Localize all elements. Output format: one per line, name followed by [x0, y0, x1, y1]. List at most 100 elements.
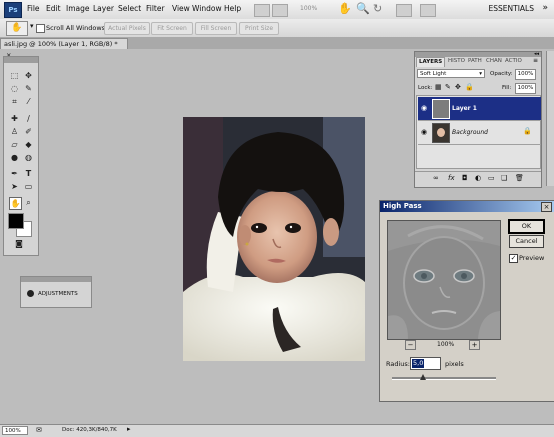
- link-layers-icon[interactable]: ∞: [433, 174, 439, 182]
- ok-button[interactable]: OK: [508, 219, 545, 234]
- rotate-view-icon[interactable]: ↻: [373, 2, 382, 15]
- screen-mode-icon[interactable]: [420, 4, 436, 17]
- visibility-eye-icon[interactable]: ◉: [421, 104, 427, 112]
- adjustments-icon[interactable]: [27, 290, 34, 297]
- history-brush-tool-icon[interactable]: ✐: [23, 126, 34, 137]
- menu-select[interactable]: Select: [118, 4, 141, 13]
- path-selection-tool-icon[interactable]: ➤: [9, 181, 20, 192]
- marquee-tool-icon[interactable]: ⬚: [9, 70, 20, 81]
- hand-tool-preset-icon[interactable]: ✋: [6, 21, 28, 36]
- lock-image-icon[interactable]: ✎: [445, 83, 451, 91]
- foreground-color-swatch-top[interactable]: [8, 213, 24, 229]
- layer-row-layer-1[interactable]: ◉ Layer 1: [418, 97, 541, 121]
- lock-all-icon[interactable]: 🔒: [465, 83, 474, 91]
- new-group-icon[interactable]: ▭: [488, 174, 495, 182]
- opacity-input[interactable]: 100%: [515, 69, 536, 80]
- workspace-switcher[interactable]: ESSENTIALS: [489, 4, 534, 13]
- adjustments-panel-header[interactable]: [21, 277, 91, 282]
- filter-preview[interactable]: [387, 220, 501, 340]
- tools-panel-header[interactable]: [4, 57, 38, 63]
- cancel-button[interactable]: Cancel: [509, 235, 544, 248]
- fill-screen-button[interactable]: Fill Screen: [195, 22, 237, 35]
- menu-image[interactable]: Image: [66, 4, 90, 13]
- brush-tool-icon[interactable]: ∕: [23, 113, 34, 124]
- document-canvas[interactable]: [183, 117, 365, 361]
- adjustments-label[interactable]: ADJUSTMENTS: [38, 291, 78, 297]
- new-layer-icon[interactable]: ❑: [501, 174, 507, 182]
- menu-edit[interactable]: Edit: [46, 4, 61, 13]
- actual-pixels-button[interactable]: Actual Pixels: [104, 22, 150, 35]
- workspace-menu-icon[interactable]: »: [542, 3, 548, 13]
- dodge-tool-icon[interactable]: ◍: [23, 152, 34, 163]
- arrange-documents-icon[interactable]: [396, 4, 412, 17]
- layer-row-background[interactable]: ◉ Background 🔒: [418, 121, 541, 145]
- rectangle-tool-icon[interactable]: ▭: [23, 181, 34, 192]
- pen-tool-icon[interactable]: ✒: [9, 168, 20, 179]
- menu-layer[interactable]: Layer: [93, 4, 114, 13]
- layer-style-icon[interactable]: fx: [448, 174, 455, 182]
- delete-layer-icon[interactable]: 🗑: [515, 174, 524, 182]
- radius-input[interactable]: 5,0: [410, 357, 441, 370]
- status-zoom-field[interactable]: 100%: [2, 426, 28, 435]
- menu-filter[interactable]: Filter: [146, 4, 165, 13]
- preview-checkbox[interactable]: ✓: [509, 254, 518, 263]
- quick-mask-icon[interactable]: ◙: [8, 238, 30, 249]
- preview-image: [388, 221, 500, 339]
- zoom-in-button[interactable]: +: [469, 340, 480, 350]
- eraser-tool-icon[interactable]: ▱: [9, 139, 20, 150]
- minibridge-icon[interactable]: [272, 4, 288, 17]
- zoom-tool-icon[interactable]: ⌕: [23, 197, 34, 208]
- blend-mode-select[interactable]: Soft Light ▾: [417, 69, 485, 78]
- lock-position-icon[interactable]: ✥: [455, 83, 461, 91]
- adjustment-layer-icon[interactable]: ◐: [475, 174, 481, 182]
- move-tool-icon[interactable]: ✥: [23, 70, 34, 81]
- menu-view[interactable]: View: [172, 4, 190, 13]
- clone-stamp-tool-icon[interactable]: ♙: [9, 126, 20, 137]
- app-logo[interactable]: Ps: [4, 2, 22, 18]
- high-pass-dialog: High Pass × − 100% + OK Cancel ✓ Preview…: [379, 200, 554, 402]
- zoom-icon[interactable]: 🔍: [356, 2, 370, 15]
- zoom-out-button[interactable]: −: [405, 340, 416, 350]
- lasso-tool-icon[interactable]: ◌: [9, 83, 20, 94]
- opacity-label: Opacity:: [490, 71, 513, 77]
- paint-bucket-tool-icon[interactable]: ◆: [23, 139, 34, 150]
- menu-window[interactable]: Window: [192, 4, 222, 13]
- tab-actions[interactable]: ACTIO: [503, 57, 524, 66]
- type-tool-icon[interactable]: T: [23, 168, 34, 179]
- radius-slider-track[interactable]: [392, 377, 496, 380]
- menu-file[interactable]: File: [27, 4, 40, 13]
- radius-slider-thumb[interactable]: [420, 374, 427, 380]
- tab-channels[interactable]: CHAN: [484, 57, 504, 66]
- hand-icon[interactable]: ✋: [338, 2, 352, 15]
- child-photo: [183, 117, 365, 361]
- fit-screen-button[interactable]: Fit Screen: [151, 22, 193, 35]
- status-menu-icon[interactable]: ▸: [127, 425, 131, 433]
- blur-tool-icon[interactable]: ●: [9, 152, 20, 163]
- tab-paths[interactable]: PATH: [466, 57, 484, 66]
- zoom-dropdown[interactable]: 100%: [300, 5, 317, 12]
- layer-name[interactable]: Layer 1: [452, 105, 477, 112]
- panel-menu-icon[interactable]: ≡: [533, 57, 538, 64]
- lock-transparent-icon[interactable]: ▦: [435, 83, 442, 91]
- quick-select-tool-icon[interactable]: ✎: [23, 83, 34, 94]
- bridge-icon[interactable]: [254, 4, 270, 17]
- eyedropper-tool-icon[interactable]: ⁄: [23, 96, 34, 107]
- dialog-title-bar[interactable]: High Pass: [380, 201, 554, 212]
- crop-tool-icon[interactable]: ⌗: [9, 96, 20, 107]
- share-icon[interactable]: ✉: [36, 426, 42, 434]
- visibility-eye-icon[interactable]: ◉: [421, 128, 427, 136]
- close-icon[interactable]: ×: [541, 202, 552, 212]
- tab-histogram[interactable]: HISTO: [446, 57, 467, 66]
- healing-brush-tool-icon[interactable]: ✚: [9, 113, 20, 124]
- preset-dropdown-icon[interactable]: ▾: [30, 22, 34, 30]
- fill-input[interactable]: 100%: [515, 83, 536, 94]
- dialog-title: High Pass: [383, 202, 422, 210]
- scroll-all-windows-checkbox[interactable]: [36, 24, 45, 33]
- document-tab[interactable]: asli.jpg @ 100% (Layer 1, RGB/8) * ×: [0, 38, 128, 59]
- tab-layers[interactable]: LAYERS: [416, 57, 446, 67]
- hand-tool-icon[interactable]: ✋: [9, 197, 22, 210]
- layer-name[interactable]: Background: [452, 129, 488, 136]
- print-size-button[interactable]: Print Size: [239, 22, 279, 35]
- layer-mask-icon[interactable]: ◘: [462, 174, 468, 182]
- menu-help[interactable]: Help: [224, 4, 241, 13]
